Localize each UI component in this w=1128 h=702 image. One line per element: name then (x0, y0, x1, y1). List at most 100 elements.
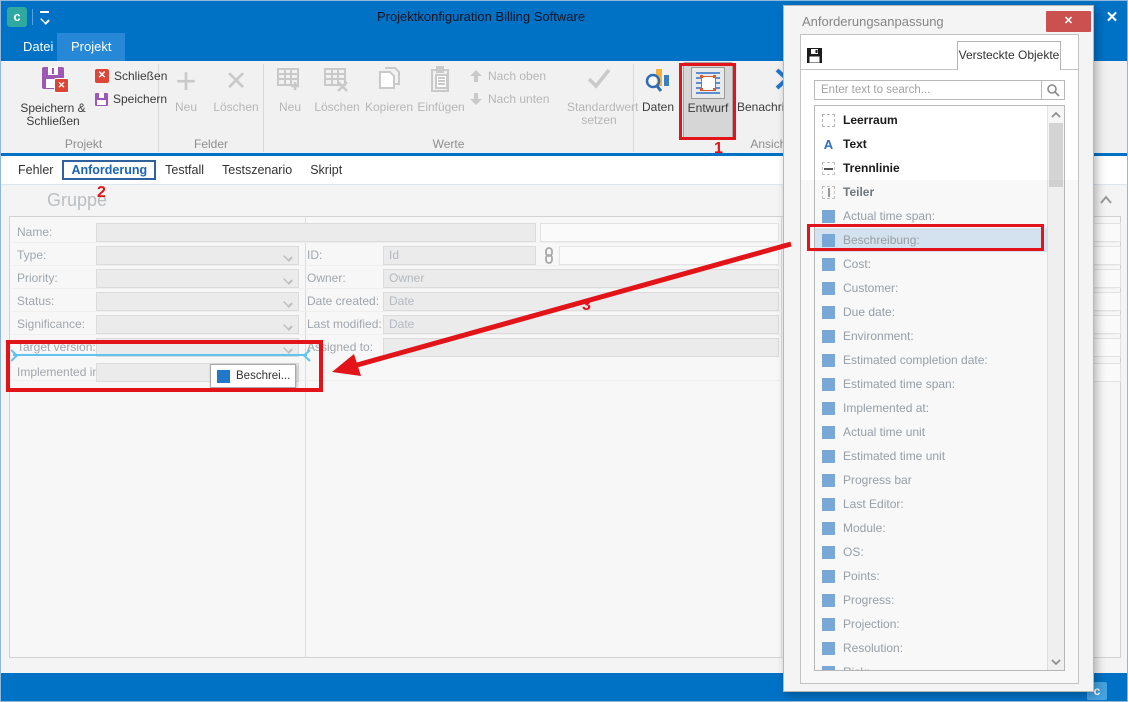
delete-value-button[interactable]: Löschen (313, 63, 361, 139)
field-icon (822, 570, 835, 583)
status-dropdown[interactable] (96, 292, 299, 311)
window-close-button[interactable]: ✕ (1099, 6, 1125, 30)
new-value-button[interactable]: Neu (268, 63, 312, 139)
palette-item[interactable]: Implemented at: (815, 396, 1047, 420)
palette-item[interactable]: Beschreibung: (815, 228, 1047, 252)
tab-fehler[interactable]: Fehler (9, 160, 62, 180)
copy-button[interactable]: Kopieren (363, 63, 415, 139)
search-input[interactable] (815, 81, 1047, 99)
group-collapse-icon[interactable] (1099, 193, 1113, 205)
palette-item[interactable]: Module: (815, 516, 1047, 540)
palette-item-label: Beschreibung: (843, 233, 920, 247)
save-and-close-button[interactable]: ✕ Speichern & Schließen (13, 63, 93, 139)
palette-item-label: Trennlinie (843, 161, 900, 175)
ribbon-tab-projekt[interactable]: Projekt (57, 33, 125, 61)
application-window: c Projektkonfiguration Billing Software … (0, 0, 1128, 702)
set-default-button[interactable]: Standardwert setzen (567, 63, 631, 139)
last-modified-input[interactable]: Date (383, 315, 779, 334)
save-button[interactable]: Speichern (95, 89, 167, 109)
palette-item[interactable]: Actual time span: (815, 204, 1047, 228)
palette-item[interactable]: Resolution: (815, 636, 1047, 660)
significance-dropdown[interactable] (96, 315, 299, 334)
id-input[interactable]: Id (383, 246, 536, 265)
palette-item-label: OS: (843, 545, 864, 559)
empty-cell (540, 223, 779, 242)
palette-item[interactable]: Estimated completion date: (815, 348, 1047, 372)
field-icon (217, 370, 230, 383)
assigned-to-input[interactable] (383, 338, 779, 357)
tab-testszenario[interactable]: Testszenario (213, 160, 301, 180)
field-icon (822, 426, 835, 439)
scroll-down-icon[interactable] (1048, 653, 1064, 670)
paste-icon (416, 66, 466, 100)
design-view-button[interactable]: Entwurf (683, 62, 733, 139)
palette-item[interactable]: Environment: (815, 324, 1047, 348)
palette-item-label: Leerraum (843, 113, 898, 127)
paste-icon-button[interactable]: Einfügen (416, 63, 466, 139)
palette-item[interactable]: Progress: (815, 588, 1047, 612)
tab-versteckte-objekte[interactable]: Versteckte Objekte (957, 41, 1061, 70)
link-icon[interactable] (541, 247, 557, 269)
field-icon (822, 306, 835, 319)
palette-item[interactable]: Trennlinie (815, 156, 1047, 180)
palette-item-label: Resolution: (843, 641, 903, 655)
palette-item-label: Teiler (843, 185, 874, 199)
tab-anforderung[interactable]: Anforderung (62, 160, 156, 180)
palette-item[interactable]: OS: (815, 540, 1047, 564)
save-icon (95, 93, 108, 106)
palette-item[interactable]: Risk: (815, 660, 1047, 671)
type-dropdown[interactable] (96, 246, 299, 265)
scroll-up-icon[interactable] (1048, 106, 1064, 123)
close-project-button[interactable]: ✕ Schließen (95, 66, 167, 86)
palette-item[interactable]: Leerraum (815, 108, 1047, 132)
palette-item[interactable]: Last Editor: (815, 492, 1047, 516)
palette-scrollbar[interactable] (1047, 106, 1064, 670)
move-up-button[interactable]: Nach oben (469, 66, 546, 86)
plus-icon: + (163, 66, 209, 100)
priority-dropdown[interactable] (96, 269, 299, 288)
field-label-priority: Priority: (17, 269, 58, 288)
palette-item-label: Actual time span: (843, 209, 935, 223)
palette-item-label: Text (843, 137, 867, 151)
table-plus-icon (268, 66, 312, 100)
palette-item-label: Points: (843, 569, 880, 583)
new-field-button[interactable]: + Neu (163, 63, 209, 139)
palette-item-label: Environment: (843, 329, 914, 343)
palette-item[interactable]: Teiler (815, 180, 1047, 204)
field-icon (822, 378, 835, 391)
tab-testfall[interactable]: Testfall (156, 160, 213, 180)
palette-item[interactable]: Estimated time unit (815, 444, 1047, 468)
field-label-implemented-in: Implemented in: (17, 363, 102, 382)
search-icon[interactable] (1041, 81, 1064, 99)
palette-item-label: Customer: (843, 281, 898, 295)
palette-item-label: Module: (843, 521, 886, 535)
palette-item[interactable]: AText (815, 132, 1047, 156)
field-icon (822, 330, 835, 343)
palette-item[interactable]: Estimated time span: (815, 372, 1047, 396)
owner-input[interactable]: Owner (383, 269, 779, 288)
save-layout-icon[interactable] (806, 47, 823, 69)
field-icon (822, 234, 835, 247)
palette-item-label: Implemented at: (843, 401, 929, 415)
palette-item[interactable]: Projection: (815, 612, 1047, 636)
field-label-status: Status: (17, 292, 54, 311)
tab-skript[interactable]: Skript (301, 160, 351, 180)
scrollbar-thumb[interactable] (1049, 123, 1063, 187)
palette-item[interactable]: Points: (815, 564, 1047, 588)
palette-item-label: Risk: (843, 665, 870, 671)
field-label-type: Type: (17, 246, 46, 265)
palette-item[interactable]: Due date: (815, 300, 1047, 324)
data-chart-magnifier-icon (637, 66, 679, 100)
delete-field-button[interactable]: ✕ Löschen (210, 63, 262, 139)
palette-item-label: Actual time unit (843, 425, 925, 439)
data-view-button[interactable]: Daten (637, 63, 679, 139)
palette-item[interactable]: Customer: (815, 276, 1047, 300)
palette-item[interactable]: Cost: (815, 252, 1047, 276)
name-input[interactable] (96, 223, 536, 242)
palette-item[interactable]: Progress bar (815, 468, 1047, 492)
move-down-button[interactable]: Nach unten (469, 89, 549, 109)
palette-item-label: Last Editor: (843, 497, 904, 511)
panel-close-button[interactable]: ✕ (1046, 11, 1091, 32)
date-created-input[interactable]: Date (383, 292, 779, 311)
palette-item[interactable]: Actual time unit (815, 420, 1047, 444)
